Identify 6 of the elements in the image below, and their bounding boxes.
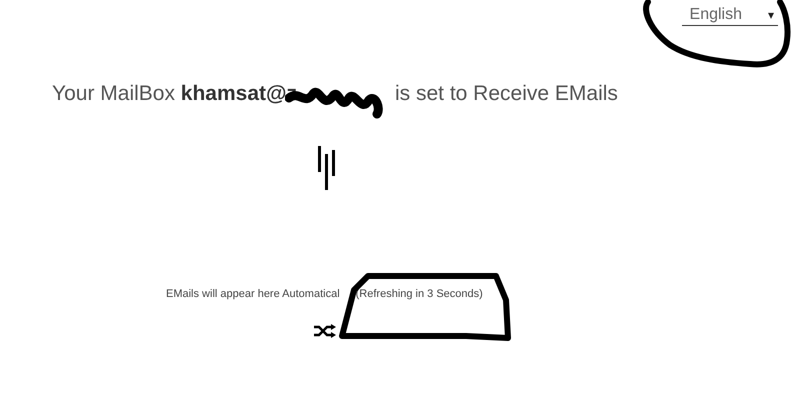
mailbox-status-text: is set to Receive EMails [394,82,618,106]
shuffle-icon[interactable] [314,324,336,338]
loading-icon [318,146,336,190]
language-dropdown[interactable]: English ▾ [682,6,778,26]
status-text: EMails will appear here Automatical [166,288,340,300]
refresh-text: (Refreshing in 3 Seconds) [356,288,483,300]
